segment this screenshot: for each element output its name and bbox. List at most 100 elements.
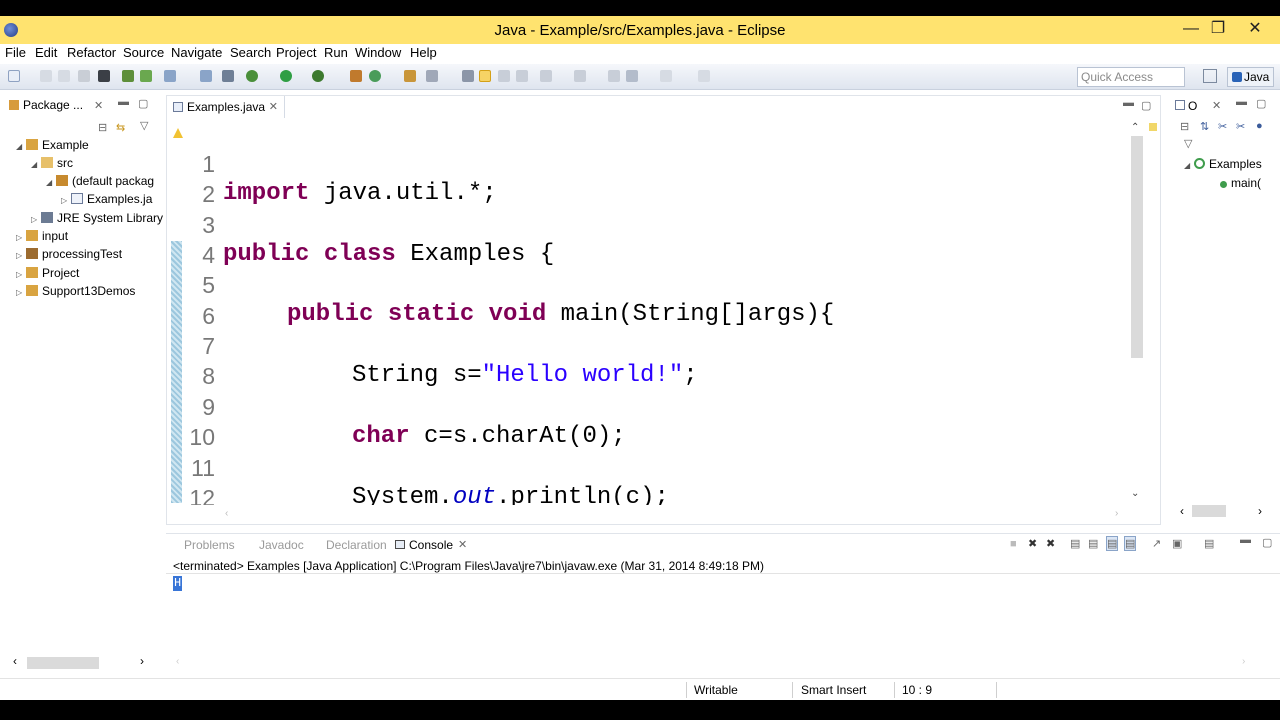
expand-arrow-icon[interactable]: ▷	[16, 288, 26, 297]
scroll-right-icon[interactable]: ›	[1115, 508, 1118, 519]
menu-edit[interactable]: Edit	[35, 45, 57, 60]
tab-console[interactable]: Console	[409, 538, 453, 552]
tab-javadoc[interactable]: Javadoc	[259, 538, 304, 552]
new-java-project-icon[interactable]	[350, 70, 362, 82]
scroll-right-icon[interactable]: ›	[1258, 504, 1262, 518]
tree-item-project[interactable]: ▷ Project	[16, 266, 79, 284]
tree-item-examples-java[interactable]: ▷ Examples.ja	[61, 192, 152, 210]
close-console-icon[interactable]: ✕	[458, 538, 467, 551]
terminate-icon[interactable]: ■	[1010, 538, 1017, 550]
print-icon[interactable]	[78, 70, 90, 82]
package-explorer-minimize-icon[interactable]: ▬	[118, 96, 129, 108]
open-type-icon[interactable]	[404, 70, 416, 82]
java-perspective-button[interactable]: Java	[1227, 67, 1274, 87]
expand-arrow-icon[interactable]: ◢	[16, 142, 26, 151]
next-annotation-icon[interactable]	[540, 70, 552, 82]
tab-problems[interactable]: Problems	[184, 538, 235, 552]
remove-all-launches-icon[interactable]: ✖	[1046, 537, 1055, 550]
coverage-icon[interactable]	[312, 70, 324, 82]
close-tab-icon[interactable]: ✕	[269, 100, 278, 113]
back-icon[interactable]	[626, 70, 638, 82]
menu-refactor[interactable]: Refactor	[67, 45, 116, 60]
pin-console-icon[interactable]: ↗	[1152, 537, 1161, 550]
console-maximize-icon[interactable]: ▢	[1262, 536, 1272, 549]
debug-icon[interactable]	[246, 70, 258, 82]
editor-horizontal-scrollbar[interactable]: ‹ ›	[225, 508, 1125, 520]
scroll-right-icon[interactable]: ›	[1242, 656, 1245, 667]
deploy-icon[interactable]	[140, 70, 152, 82]
menu-navigate[interactable]: Navigate	[171, 45, 222, 60]
terminal-icon[interactable]	[98, 70, 110, 82]
tree-item-jre-library[interactable]: ▷ JRE System Library	[31, 211, 163, 229]
outline-close-icon[interactable]: ✕	[1212, 99, 1221, 112]
package-explorer-tab[interactable]: Package ...	[23, 98, 83, 112]
console-output[interactable]: H	[173, 576, 183, 591]
new-icon[interactable]	[8, 70, 20, 82]
expand-arrow-icon[interactable]: ◢	[46, 178, 56, 187]
open-perspective-icon[interactable]	[1203, 69, 1217, 83]
save-icon[interactable]	[40, 70, 52, 82]
expand-arrow-icon[interactable]: ◢	[31, 160, 41, 169]
scroll-up-icon[interactable]: ⌃	[1131, 122, 1139, 133]
package-explorer-scrollbar[interactable]: ‹ ›	[10, 654, 153, 669]
menu-search[interactable]: Search	[230, 45, 271, 60]
package-explorer-maximize-icon[interactable]: ▢	[138, 97, 148, 110]
outline-item-main[interactable]: main(	[1220, 176, 1261, 194]
package-explorer-close-icon[interactable]: ✕	[94, 99, 103, 112]
task-icon[interactable]	[164, 70, 176, 82]
menu-help[interactable]: Help	[410, 45, 437, 60]
show-on-stdout-icon[interactable]: ▤	[1106, 536, 1119, 551]
minimize-button[interactable]: —	[1176, 20, 1206, 40]
view-menu-icon[interactable]: ▽	[140, 119, 148, 132]
tree-item-processingtest[interactable]: ▷ processingTest	[16, 247, 122, 265]
warning-marker[interactable]	[1149, 123, 1157, 131]
menu-window[interactable]: Window	[355, 45, 401, 60]
editor-vertical-scrollbar[interactable]: ⌃ ⌄	[1129, 122, 1145, 502]
outline-tab[interactable]: O	[1188, 99, 1197, 113]
scrollbar-thumb[interactable]	[1192, 505, 1226, 517]
console-minimize-icon[interactable]: ▬	[1240, 534, 1251, 546]
prev-annotation-icon[interactable]	[574, 70, 586, 82]
menu-source[interactable]: Source	[123, 45, 164, 60]
pin-icon[interactable]	[698, 70, 710, 82]
search-icon[interactable]	[426, 70, 438, 82]
outline-item-examples[interactable]: ◢ Examples	[1184, 157, 1262, 175]
last-edit-icon[interactable]	[608, 70, 620, 82]
tree-item-input[interactable]: ▷ input	[16, 229, 68, 247]
menu-run[interactable]: Run	[324, 45, 348, 60]
tab-declaration[interactable]: Declaration	[326, 538, 387, 552]
build-icon[interactable]	[200, 70, 212, 82]
menu-project[interactable]: Project	[276, 45, 316, 60]
scrollbar-thumb[interactable]	[27, 657, 99, 669]
link-editor-icon[interactable]: ⇆	[116, 121, 125, 134]
collapse-all-icon[interactable]: ⊟	[98, 121, 107, 134]
expand-arrow-icon[interactable]: ▷	[61, 196, 71, 205]
forward-icon[interactable]	[660, 70, 672, 82]
scroll-left-icon[interactable]: ‹	[176, 656, 179, 667]
scroll-left-icon[interactable]: ‹	[13, 654, 17, 668]
tree-item-example[interactable]: ◢ Example	[16, 138, 89, 156]
sort-icon[interactable]: ⇅	[1200, 120, 1209, 133]
editor-minimize-icon[interactable]: ▬	[1123, 97, 1134, 109]
clear-console-icon[interactable]: ▤	[1070, 537, 1080, 550]
expand-arrow-icon[interactable]: ▷	[16, 233, 26, 242]
quick-access-field[interactable]: Quick Access	[1077, 67, 1185, 87]
tree-item-support13demos[interactable]: ▷ Support13Demos	[16, 284, 135, 302]
new-class-icon[interactable]	[369, 70, 381, 82]
code-area[interactable]: 1 import java.util.*; 2 3 public class E…	[167, 118, 1132, 505]
hide-nonpublic-icon[interactable]: ●	[1256, 120, 1263, 132]
save-all-icon[interactable]	[58, 70, 70, 82]
remove-launch-icon[interactable]: ✖	[1028, 537, 1037, 550]
skip-breakpoints-icon[interactable]	[222, 70, 234, 82]
server-icon[interactable]	[122, 70, 134, 82]
editor-tab-examples[interactable]: Examples.java ✕	[167, 96, 285, 118]
hide-static-icon[interactable]: ✂	[1236, 120, 1245, 133]
toggle-mark-icon[interactable]	[462, 70, 474, 82]
highlight-icon[interactable]	[479, 70, 491, 82]
show-whitespace-icon[interactable]	[516, 70, 528, 82]
expand-arrow-icon[interactable]: ◢	[1184, 161, 1194, 170]
tree-item-default-package[interactable]: ◢ (default packag	[46, 174, 154, 192]
expand-arrow-icon[interactable]: ▷	[16, 270, 26, 279]
display-console-icon[interactable]: ▣	[1172, 537, 1182, 550]
close-button[interactable]: ✕	[1240, 20, 1270, 40]
